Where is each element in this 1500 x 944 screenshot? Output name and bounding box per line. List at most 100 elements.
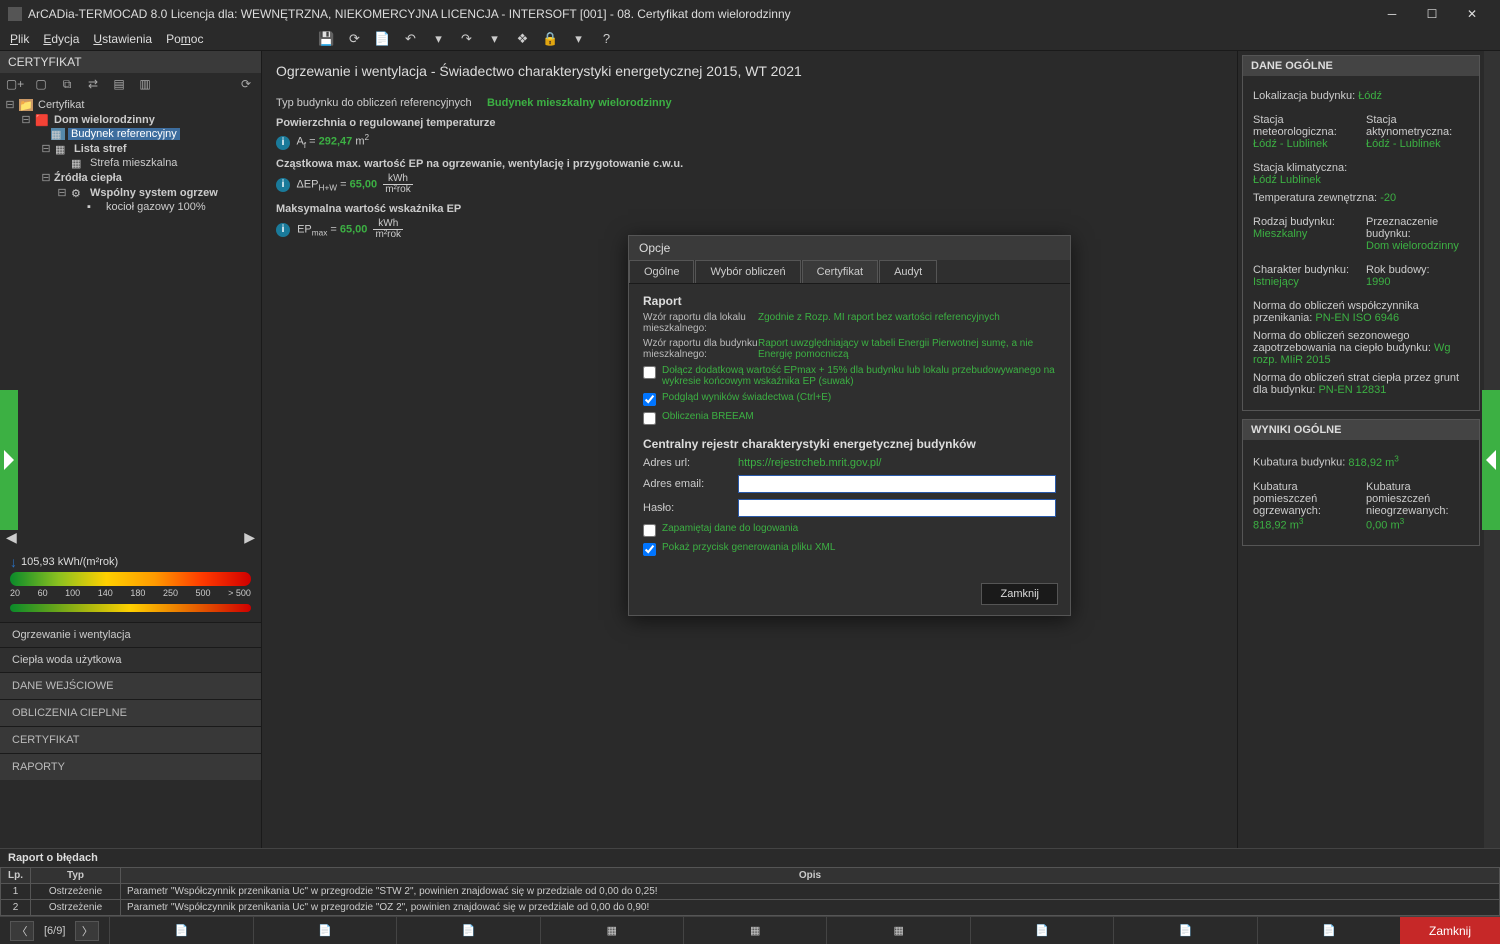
checkbox-preview-input[interactable]: [643, 393, 656, 406]
panel-general-data: DANE OGÓLNE Lokalizacja budynku: Łódź St…: [1242, 55, 1480, 411]
email-field[interactable]: [738, 475, 1056, 493]
checkbox-remember-input[interactable]: [643, 524, 656, 537]
menu-file[interactable]: Plik: [10, 32, 29, 46]
right-panel: DANE OGÓLNE Lokalizacja budynku: Łódź St…: [1237, 51, 1500, 848]
page-next-button[interactable]: 〉: [75, 921, 99, 941]
dialog-title: Opcje: [629, 236, 1070, 260]
nav-certificate[interactable]: CERTYFIKAT: [0, 726, 261, 753]
bottom-tab-6[interactable]: ▦: [826, 917, 969, 944]
info-icon[interactable]: i: [276, 136, 290, 150]
export-icon[interactable]: 📄: [373, 30, 391, 48]
menu-help[interactable]: Pomoc: [166, 32, 203, 46]
left-panel-title: CERTYFIKAT: [0, 51, 261, 73]
checkbox-epmax[interactable]: Dołącz dodatkową wartość EPmax + 15% dla…: [643, 365, 1056, 387]
tree-house[interactable]: ⊟🟥Dom wielorodzinny: [0, 112, 261, 127]
tree-view[interactable]: ⊟📁Certyfikat ⊟🟥Dom wielorodzinny ▦Budyne…: [0, 95, 261, 525]
checkbox-breeam[interactable]: Obliczenia BREEAM: [643, 411, 1056, 425]
bottom-tab-1[interactable]: 📄: [109, 917, 252, 944]
table-row[interactable]: 1OstrzeżenieParametr "Współczynnik przen…: [1, 884, 1500, 900]
next-page-arrow[interactable]: [1482, 390, 1500, 530]
nav-thermal[interactable]: OBLICZENIA CIEPLNE: [0, 699, 261, 726]
panel-results-title: WYNIKI OGÓLNE: [1243, 420, 1479, 440]
add-icon[interactable]: ▢+: [6, 75, 24, 93]
row-norm-3: Norma do obliczeń strat ciepła przez gru…: [1253, 372, 1469, 396]
row-kind: Rodzaj budynku:Mieszkalny: [1253, 216, 1356, 252]
lock-dropdown-icon[interactable]: ▾: [569, 30, 587, 48]
info-icon[interactable]: i: [276, 223, 290, 237]
scale-prev-icon[interactable]: ◀: [6, 529, 17, 546]
bottom-tab-2[interactable]: 📄: [253, 917, 396, 944]
scale-next-icon[interactable]: ▶: [244, 529, 255, 546]
copy-icon[interactable]: ⧉: [58, 75, 76, 93]
tree-zone-1[interactable]: ▦Strefa mieszkalna: [0, 156, 261, 170]
tree-heat[interactable]: ⊟Źródła ciepła: [0, 170, 261, 185]
password-field[interactable]: [738, 499, 1056, 517]
scale-bar-2: [10, 604, 251, 612]
window-title: ArCADia-TERMOCAD 8.0 Licencja dla: WEWNĘ…: [28, 7, 1372, 21]
row-report-template-2: Wzór raportu dla budynku mieszkalnego:Ra…: [643, 338, 1056, 360]
tab-general[interactable]: Ogólne: [629, 260, 694, 283]
maximize-button[interactable]: ☐: [1412, 0, 1452, 27]
checkbox-epmax-input[interactable]: [643, 366, 656, 379]
nav-inputdata[interactable]: DANE WEJŚCIOWE: [0, 672, 261, 699]
tree-boiler[interactable]: ▪kocioł gazowy 100%: [0, 200, 261, 214]
redo-dropdown-icon[interactable]: ▾: [485, 30, 503, 48]
tool1-icon[interactable]: ▤: [110, 75, 128, 93]
save-icon[interactable]: 💾: [317, 30, 335, 48]
layers-icon[interactable]: ❖: [513, 30, 531, 48]
left-toolbar: ▢+ ▢ ⧉ ⇄ ▤ ▥ ⟳: [0, 73, 261, 95]
close-app-button[interactable]: Zamknij: [1400, 917, 1500, 944]
scale-ticks: 2060100140180250500> 500: [10, 588, 251, 598]
tree-ref-building[interactable]: ▦Budynek referencyjny: [0, 127, 261, 141]
arrow-down-icon: ↓: [10, 554, 17, 570]
tab-audit[interactable]: Audyt: [879, 260, 937, 283]
table-row[interactable]: 2OstrzeżenieParametr "Współczynnik przen…: [1, 900, 1500, 916]
nav-reports[interactable]: RAPORTY: [0, 753, 261, 780]
nav-hotwater[interactable]: Ciepła woda użytkowa: [0, 647, 261, 672]
menu-edit[interactable]: Edycja: [43, 32, 79, 46]
bottom-taskbar: 〈 [6/9] 〉 📄 📄 📄 ▦ ▦ ▦ 📄 📄 📄 Zamknij: [0, 916, 1500, 944]
left-panel: CERTYFIKAT ▢+ ▢ ⧉ ⇄ ▤ ▥ ⟳ ⊟📁Certyfikat ⊟…: [0, 51, 262, 848]
minimize-button[interactable]: ─: [1372, 0, 1412, 27]
bottom-tab-4[interactable]: ▦: [540, 917, 683, 944]
row-purpose: Przeznaczenie budynku:Dom wielorodzinny: [1366, 216, 1469, 252]
menu-settings[interactable]: Ustawienia: [93, 32, 152, 46]
undo-icon[interactable]: ↶: [401, 30, 419, 48]
row-url: Adres url:https://rejestrcheb.mrit.gov.p…: [643, 457, 1056, 469]
tool2-icon[interactable]: ▥: [136, 75, 154, 93]
checkbox-xml[interactable]: Pokaż przycisk generowania pliku XML: [643, 542, 1056, 556]
menubar: Plik Edycja Ustawienia Pomoc 💾 ⟳ 📄 ↶ ▾ ↷…: [0, 27, 1500, 51]
checkbox-xml-input[interactable]: [643, 543, 656, 556]
page-prev-button[interactable]: 〈: [10, 921, 34, 941]
add2-icon[interactable]: ▢: [32, 75, 50, 93]
tree-root[interactable]: ⊟📁Certyfikat: [0, 97, 261, 112]
sync-icon[interactable]: ⟳: [237, 75, 255, 93]
bottom-tab-9[interactable]: 📄: [1257, 917, 1400, 944]
tab-calc[interactable]: Wybór obliczeń: [695, 260, 800, 283]
dialog-close-button[interactable]: Zamknij: [981, 583, 1058, 605]
tab-certificate[interactable]: Certyfikat: [802, 260, 878, 283]
checkbox-preview[interactable]: Podgląd wyników świadectwa (Ctrl+E): [643, 392, 1056, 406]
checkbox-remember[interactable]: Zapamiętaj dane do logowania: [643, 523, 1056, 537]
row-climate: Stacja klimatyczna:Łódź Lublinek: [1253, 162, 1469, 186]
bottom-tab-5[interactable]: ▦: [683, 917, 826, 944]
nav-heating[interactable]: Ogrzewanie i wentylacja: [0, 622, 261, 647]
link-icon[interactable]: ⇄: [84, 75, 102, 93]
info-icon[interactable]: i: [276, 178, 290, 192]
bottom-tab-3[interactable]: 📄: [396, 917, 539, 944]
lock-icon[interactable]: 🔒: [541, 30, 559, 48]
bottom-tab-8[interactable]: 📄: [1113, 917, 1256, 944]
refresh-icon[interactable]: ⟳: [345, 30, 363, 48]
close-window-button[interactable]: ✕: [1452, 0, 1492, 27]
tree-system[interactable]: ⊟⚙Wspólny system ogrzew: [0, 185, 261, 200]
prev-page-arrow[interactable]: [0, 390, 18, 530]
undo-dropdown-icon[interactable]: ▾: [429, 30, 447, 48]
tree-zones[interactable]: ⊟▦Lista stref: [0, 141, 261, 156]
row-meteo: Stacja meteorologiczna:Łódź - Lublinek: [1253, 114, 1356, 150]
panel-general-title: DANE OGÓLNE: [1243, 56, 1479, 76]
redo-icon[interactable]: ↷: [457, 30, 475, 48]
checkbox-breeam-input[interactable]: [643, 412, 656, 425]
help-icon[interactable]: ?: [597, 30, 615, 48]
row-temp: Temperatura zewnętrzna: -20: [1253, 192, 1469, 204]
bottom-tab-7[interactable]: 📄: [970, 917, 1113, 944]
